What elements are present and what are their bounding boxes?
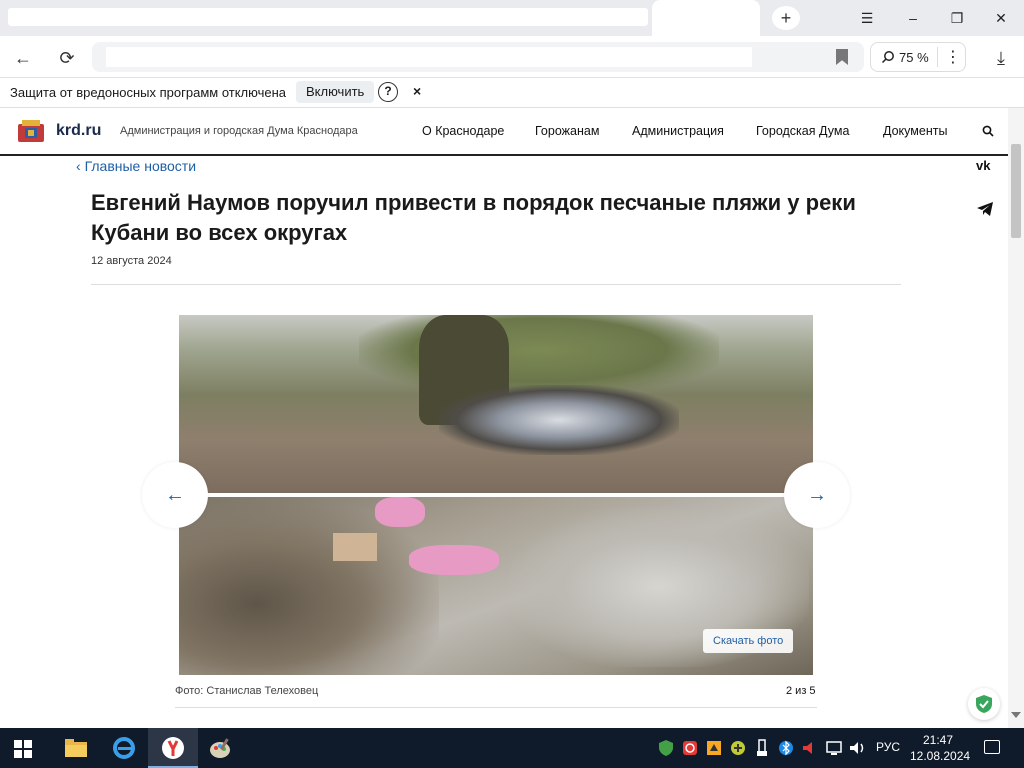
clock-time: 21:47 xyxy=(922,733,954,747)
nav-city-duma[interactable]: Городская Дума xyxy=(756,124,849,138)
tabs-menu-icon[interactable]: ☰ xyxy=(852,6,882,30)
share-vk-icon[interactable]: vk xyxy=(976,158,990,173)
address-bar[interactable] xyxy=(92,42,864,72)
browser-navbar: ← ⟳ 75 % ⋮ ⤓ xyxy=(0,36,1024,78)
internet-explorer-icon[interactable] xyxy=(110,734,138,762)
photo-gallery[interactable]: Скачать фото xyxy=(179,315,813,675)
close-window-button[interactable]: ✕ xyxy=(986,6,1016,30)
photo-trash-pile xyxy=(439,385,679,455)
tray-language[interactable]: РУС xyxy=(876,740,900,754)
address-url-redacted[interactable] xyxy=(106,47,752,67)
photo-pink-bag xyxy=(375,497,425,527)
back-link-label: Главные новости xyxy=(84,158,197,174)
photo-beach-trash xyxy=(179,315,813,493)
bookmark-icon[interactable] xyxy=(836,49,848,65)
infobar-message: Защита от вредоносных программ отключена xyxy=(10,85,287,100)
enable-protection-button[interactable]: Включить xyxy=(296,81,375,103)
shield-check-icon xyxy=(976,695,992,713)
site-header: krd.ru Администрация и городская Дума Кр… xyxy=(0,108,1008,156)
photo-pink-bag xyxy=(409,545,499,575)
gallery-next-button[interactable]: → xyxy=(784,462,850,528)
photo-caption: Фото: Станислав Телеховец xyxy=(175,685,319,697)
gallery-prev-button[interactable]: ← xyxy=(142,462,208,528)
back-to-news-link[interactable]: ‹ Главные новости xyxy=(76,158,196,174)
arrow-right-icon: → xyxy=(807,483,827,506)
back-button[interactable]: ← xyxy=(10,45,36,71)
active-tab[interactable] xyxy=(652,0,760,36)
nav-documents[interactable]: Документы xyxy=(883,124,947,138)
divider xyxy=(91,284,901,285)
nav-administration[interactable]: Администрация xyxy=(632,124,724,138)
scroll-down-arrow-icon[interactable] xyxy=(1011,712,1021,718)
tray-clock[interactable]: 21:47 12.08.2024 xyxy=(910,732,971,764)
infobar-close-icon[interactable]: × xyxy=(413,83,421,99)
photo-cardboard-box xyxy=(333,533,377,561)
new-tab-button[interactable]: + xyxy=(772,6,800,30)
paint-icon[interactable] xyxy=(206,734,234,762)
tray-volume-icon[interactable] xyxy=(844,734,872,762)
share-telegram-icon[interactable] xyxy=(977,202,993,216)
nav-about-krasnodar[interactable]: О Краснодаре xyxy=(422,124,504,138)
article-title: Евгений Наумов поручил привести в порядо… xyxy=(91,190,856,245)
tab-background[interactable] xyxy=(8,8,648,26)
scrollbar-thumb[interactable] xyxy=(1011,144,1021,238)
divider xyxy=(175,707,817,708)
download-photo-button[interactable]: Скачать фото xyxy=(703,629,794,653)
browser-menu-icon[interactable]: ⋮ xyxy=(945,47,961,67)
site-description: Администрация и городская Дума Краснодар… xyxy=(120,125,358,137)
site-search-icon[interactable] xyxy=(982,125,994,137)
file-explorer-icon[interactable] xyxy=(62,734,90,762)
zoom-level: 75 % xyxy=(899,49,929,65)
gallery-counter: 2 из 5 xyxy=(786,685,816,697)
windows-taskbar: РУС 21:47 12.08.2024 xyxy=(0,728,1024,768)
arrow-left-icon: ← xyxy=(165,483,185,506)
help-icon[interactable]: ? xyxy=(378,82,398,102)
article-date: 12 августа 2024 xyxy=(91,255,172,267)
protection-infobar: Защита от вредоносных программ отключена… xyxy=(0,78,1024,108)
restore-button[interactable]: ❐ xyxy=(942,6,972,30)
yandex-browser-icon[interactable] xyxy=(159,734,187,762)
zoom-control[interactable]: 75 % ⋮ xyxy=(870,42,966,72)
photo-foliage xyxy=(359,315,719,395)
nav-citizens[interactable]: Горожанам xyxy=(535,124,599,138)
reload-button[interactable]: ⟳ xyxy=(54,45,80,71)
download-icon[interactable]: ⤓ xyxy=(988,45,1014,71)
city-crest-icon[interactable] xyxy=(16,118,46,144)
browser-tab-strip: + ☰ – ❐ ✕ xyxy=(0,0,1024,36)
clock-date: 12.08.2024 xyxy=(910,749,971,763)
minimize-button[interactable]: – xyxy=(898,6,928,30)
windows-start-icon[interactable] xyxy=(14,740,32,758)
site-logo-text[interactable]: krd.ru xyxy=(56,122,101,140)
notification-center-icon[interactable] xyxy=(984,740,1000,754)
article-content: ‹ Главные новости Евгений Наумов поручил… xyxy=(0,156,1008,728)
zoom-search-icon xyxy=(881,51,894,64)
zoom-separator xyxy=(937,47,938,67)
page-scrollbar[interactable] xyxy=(1008,108,1024,728)
protection-shield-button[interactable] xyxy=(968,688,1000,720)
